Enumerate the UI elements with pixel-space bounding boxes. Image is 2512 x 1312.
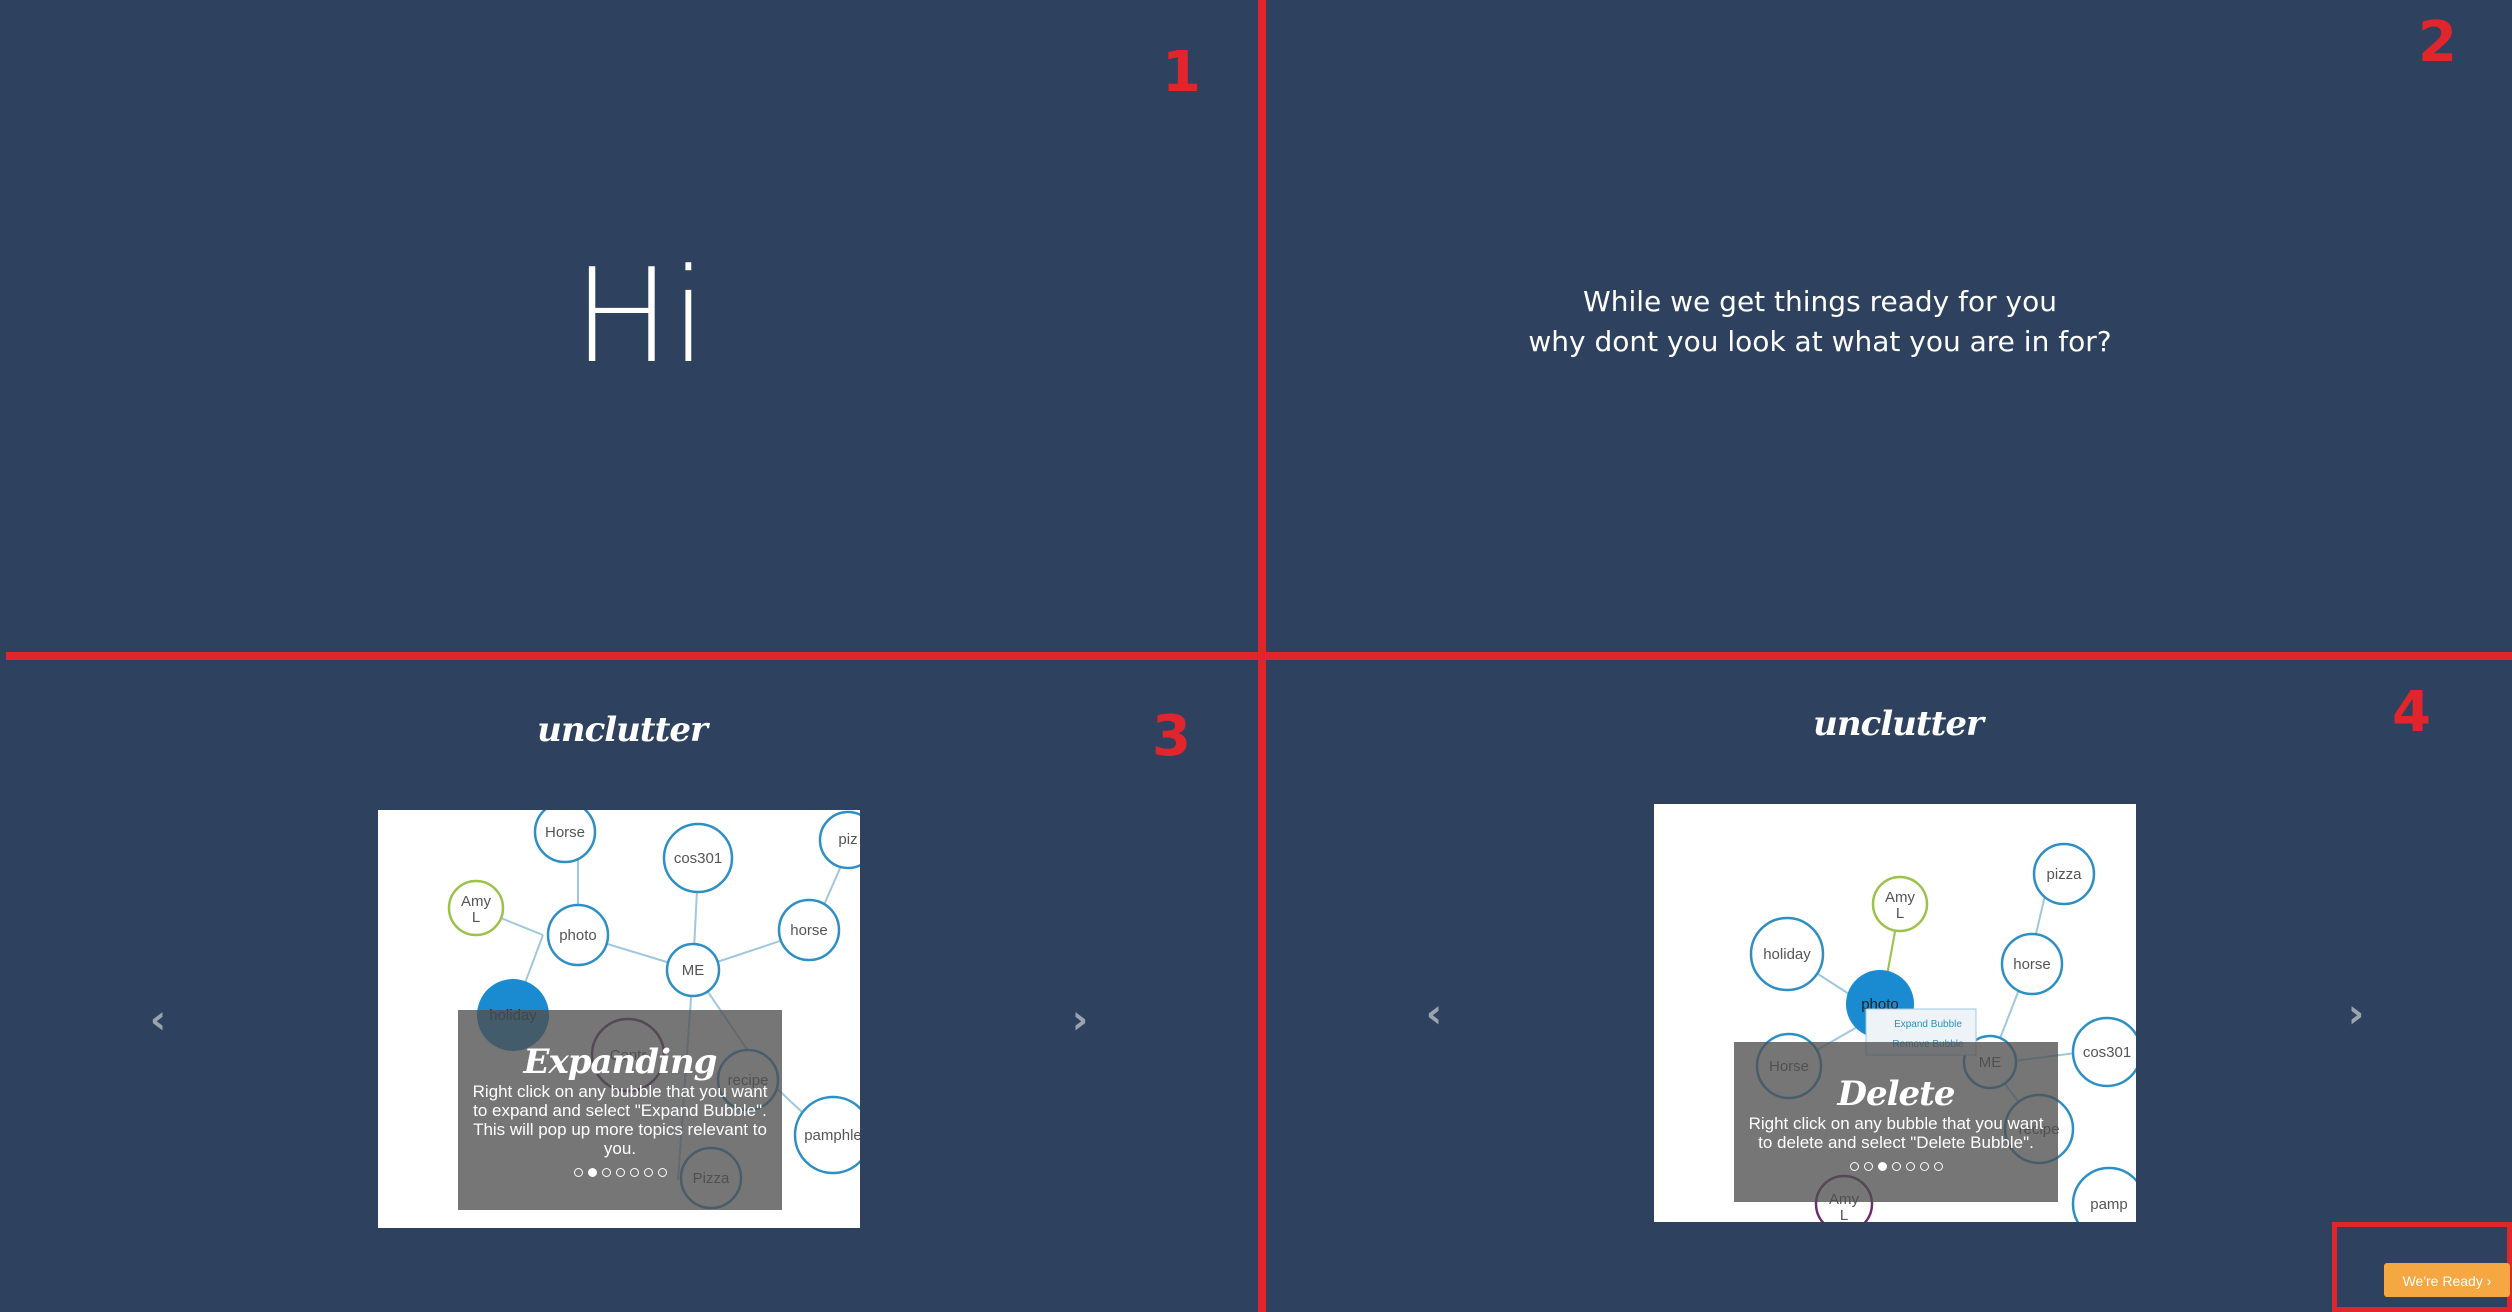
slide-caption: Delete Right click on any bubble that yo… (1734, 1042, 2058, 1202)
svg-text:piz: piz (838, 831, 857, 848)
svg-text:pizza: pizza (2046, 866, 2082, 883)
chevron-right-icon: › (2347, 991, 2365, 1037)
svg-text:cos301: cos301 (674, 850, 722, 867)
svg-text:Amy: Amy (461, 893, 492, 910)
were-ready-button[interactable]: We're Ready › (2384, 1263, 2510, 1297)
quadrant-number-1: 1 (1162, 40, 1201, 105)
svg-text:Horse: Horse (545, 824, 585, 841)
slide-dot[interactable] (1919, 1162, 1929, 1171)
slide-dot[interactable] (601, 1168, 611, 1177)
brand-logo: unclutter (1813, 704, 1984, 744)
chevron-left-icon: ‹ (1425, 991, 1443, 1037)
svg-text:photo: photo (559, 927, 597, 944)
quadrant-number-4: 4 (2392, 680, 2431, 745)
carousel-prev-button[interactable]: ‹ (1414, 994, 1454, 1034)
intro-line-2: why dont you look at what you are in for… (1528, 325, 2112, 358)
slide-dot[interactable] (643, 1168, 653, 1177)
slide-dot[interactable] (573, 1168, 583, 1177)
slide-dot[interactable] (615, 1168, 625, 1177)
svg-text:L: L (1896, 905, 1904, 922)
greeting: Hi (573, 240, 707, 392)
svg-text:cos301: cos301 (2083, 1044, 2131, 1061)
svg-text:holiday: holiday (1763, 946, 1811, 963)
slide-indicators (1734, 1162, 2058, 1171)
brand-logo: unclutter (537, 710, 708, 750)
svg-text:horse: horse (2013, 956, 2051, 973)
slide-title: Delete (1837, 1074, 1955, 1114)
chevron-right-icon: › (2486, 1273, 2492, 1289)
svg-text:L: L (472, 909, 480, 926)
chevron-right-icon: › (1071, 997, 1089, 1043)
svg-text:horse: horse (790, 922, 828, 939)
svg-text:L: L (1840, 1207, 1848, 1222)
svg-text:Amy: Amy (1885, 889, 1916, 906)
carousel-prev-button[interactable]: ‹ (138, 1000, 178, 1040)
slide-dot[interactable] (1905, 1162, 1915, 1171)
annotation-divider-horizontal (6, 652, 2512, 660)
quadrant-number-3: 3 (1152, 704, 1191, 769)
slide-dot[interactable] (1849, 1162, 1859, 1171)
slide-dot[interactable] (1863, 1162, 1873, 1171)
svg-text:pamp: pamp (2090, 1196, 2128, 1213)
slide-caption: Expanding Right click on any bubble that… (458, 1010, 782, 1210)
intro-line-1: While we get things ready for you (1583, 285, 2057, 318)
ready-button-label: We're Ready (2402, 1273, 2483, 1289)
svg-text:pamphle: pamphle (804, 1127, 860, 1144)
quadrant-number-2: 2 (2418, 10, 2457, 75)
slide-dot[interactable] (1891, 1162, 1901, 1171)
carousel-next-button[interactable]: › (2336, 994, 2376, 1034)
slide-description: Right click on any bubble that you want … (1748, 1114, 2044, 1152)
slide-dot-active[interactable] (587, 1168, 597, 1177)
slide-dot[interactable] (1933, 1162, 1943, 1171)
tutorial-slide-expanding: Horse cos301 piz AmyL photo horse ME hol… (378, 810, 860, 1228)
tutorial-slide-delete: pizza AmyL holiday horse photo Horse ME … (1654, 804, 2136, 1222)
svg-text:Expand Bubble: Expand Bubble (1894, 1019, 1962, 1030)
svg-text:ME: ME (682, 962, 705, 979)
slide-title: Expanding (523, 1042, 718, 1082)
chevron-left-icon: ‹ (149, 997, 167, 1043)
intro-text: While we get things ready for you why do… (1160, 282, 2480, 362)
slide-indicators (458, 1168, 782, 1177)
slide-dot-active[interactable] (1877, 1162, 1887, 1171)
slide-dot[interactable] (629, 1168, 639, 1177)
slide-description: Right click on any bubble that you want … (472, 1082, 768, 1158)
slide-dot[interactable] (657, 1168, 667, 1177)
carousel-next-button[interactable]: › (1060, 1000, 1100, 1040)
